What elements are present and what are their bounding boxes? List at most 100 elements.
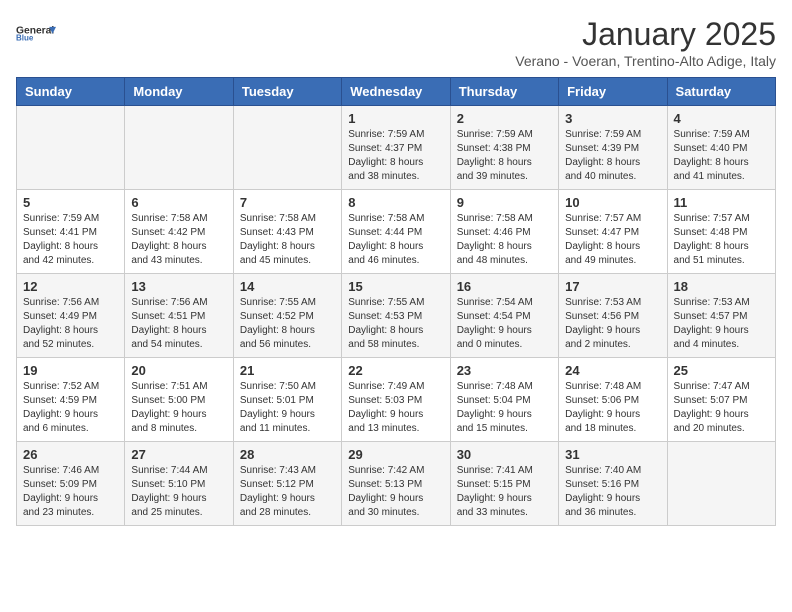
day-info: Sunrise: 7:51 AM Sunset: 5:00 PM Dayligh… [131, 380, 226, 436]
day-number: 31 [565, 447, 660, 462]
week-row-3: 12 Sunrise: 7:56 AM Sunset: 4:49 PM Dayli… [17, 274, 776, 358]
day-number: 13 [131, 279, 226, 294]
svg-text:Blue: Blue [16, 34, 34, 43]
day-info: Sunrise: 7:46 AM Sunset: 5:09 PM Dayligh… [23, 464, 118, 520]
day-info: Sunrise: 7:43 AM Sunset: 5:12 PM Dayligh… [240, 464, 335, 520]
day-info: Sunrise: 7:53 AM Sunset: 4:56 PM Dayligh… [565, 296, 660, 352]
calendar-cell: 18Sunrise: 7:53 AM Sunset: 4:57 PM Dayli… [667, 274, 775, 358]
day-number: 2 [457, 111, 552, 126]
day-number: 29 [348, 447, 443, 462]
weekday-header-sunday: Sunday [17, 78, 125, 106]
day-number: 7 [240, 195, 335, 210]
calendar-table: SundayMondayTuesdayWednesdayThursdayFrid… [16, 77, 776, 526]
day-info: Sunrise: 7:56 AM Sunset: 4:49 PM Dayligh… [23, 296, 118, 352]
day-number: 28 [240, 447, 335, 462]
day-info: Sunrise: 7:40 AM Sunset: 5:16 PM Dayligh… [565, 464, 660, 520]
calendar-cell: 12 Sunrise: 7:56 AM Sunset: 4:49 PM Dayli… [17, 274, 125, 358]
calendar-cell: 10 Sunrise: 7:57 AM Sunset: 4:47 PM Dayli… [559, 190, 667, 274]
day-number: 26 [23, 447, 118, 462]
day-info: Sunrise: 7:58 AM Sunset: 4:44 PM Dayligh… [348, 212, 443, 268]
calendar-cell [125, 106, 233, 190]
day-number: 9 [457, 195, 552, 210]
day-number: 24 [565, 363, 660, 378]
day-info: Sunrise: 7:59 AM Sunset: 4:40 PM Dayligh… [674, 128, 769, 184]
calendar-cell: 9 Sunrise: 7:58 AM Sunset: 4:46 PM Daylig… [450, 190, 558, 274]
calendar-cell: 13Sunrise: 7:56 AM Sunset: 4:51 PM Dayli… [125, 274, 233, 358]
day-info: Sunrise: 7:57 AM Sunset: 4:47 PM Dayligh… [565, 212, 660, 268]
calendar-cell: 3 Sunrise: 7:59 AM Sunset: 4:39 PM Daylig… [559, 106, 667, 190]
day-info: Sunrise: 7:44 AM Sunset: 5:10 PM Dayligh… [131, 464, 226, 520]
calendar-cell: 25 Sunrise: 7:47 AM Sunset: 5:07 PM Dayli… [667, 358, 775, 442]
calendar-cell: 27 Sunrise: 7:44 AM Sunset: 5:10 PM Dayli… [125, 442, 233, 526]
day-number: 21 [240, 363, 335, 378]
weekday-header-row: SundayMondayTuesdayWednesdayThursdayFrid… [17, 78, 776, 106]
day-info: Sunrise: 7:58 AM Sunset: 4:46 PM Dayligh… [457, 212, 552, 268]
weekday-header-saturday: Saturday [667, 78, 775, 106]
day-info: Sunrise: 7:48 AM Sunset: 5:06 PM Dayligh… [565, 380, 660, 436]
weekday-header-tuesday: Tuesday [233, 78, 341, 106]
day-number: 16 [457, 279, 552, 294]
day-info: Sunrise: 7:59 AM Sunset: 4:39 PM Dayligh… [565, 128, 660, 184]
calendar-cell [667, 442, 775, 526]
day-number: 10 [565, 195, 660, 210]
calendar-cell: 4 Sunrise: 7:59 AM Sunset: 4:40 PM Daylig… [667, 106, 775, 190]
week-row-5: 26 Sunrise: 7:46 AM Sunset: 5:09 PM Dayli… [17, 442, 776, 526]
day-number: 25 [674, 363, 769, 378]
day-number: 30 [457, 447, 552, 462]
calendar-cell: 14 Sunrise: 7:55 AM Sunset: 4:52 PM Dayli… [233, 274, 341, 358]
day-info: Sunrise: 7:58 AM Sunset: 4:42 PM Dayligh… [131, 212, 226, 268]
logo-icon: General Blue [16, 16, 56, 48]
calendar-cell: 21 Sunrise: 7:50 AM Sunset: 5:01 PM Dayli… [233, 358, 341, 442]
day-info: Sunrise: 7:42 AM Sunset: 5:13 PM Dayligh… [348, 464, 443, 520]
calendar-cell [17, 106, 125, 190]
day-number: 3 [565, 111, 660, 126]
day-number: 6 [131, 195, 226, 210]
day-info: Sunrise: 7:52 AM Sunset: 4:59 PM Dayligh… [23, 380, 118, 436]
day-info: Sunrise: 7:41 AM Sunset: 5:15 PM Dayligh… [457, 464, 552, 520]
calendar-cell: 15 Sunrise: 7:55 AM Sunset: 4:53 PM Dayli… [342, 274, 450, 358]
day-number: 4 [674, 111, 769, 126]
calendar-cell: 20 Sunrise: 7:51 AM Sunset: 5:00 PM Dayli… [125, 358, 233, 442]
day-info: Sunrise: 7:59 AM Sunset: 4:38 PM Dayligh… [457, 128, 552, 184]
day-number: 20 [131, 363, 226, 378]
day-info: Sunrise: 7:47 AM Sunset: 5:07 PM Dayligh… [674, 380, 769, 436]
calendar-cell: 30 Sunrise: 7:41 AM Sunset: 5:15 PM Dayli… [450, 442, 558, 526]
day-info: Sunrise: 7:55 AM Sunset: 4:53 PM Dayligh… [348, 296, 443, 352]
calendar-cell: 6 Sunrise: 7:58 AM Sunset: 4:42 PM Daylig… [125, 190, 233, 274]
day-number: 8 [348, 195, 443, 210]
day-number: 17 [565, 279, 660, 294]
week-row-1: 1 Sunrise: 7:59 AM Sunset: 4:37 PM Daylig… [17, 106, 776, 190]
day-info: Sunrise: 7:49 AM Sunset: 5:03 PM Dayligh… [348, 380, 443, 436]
day-info: Sunrise: 7:58 AM Sunset: 4:43 PM Dayligh… [240, 212, 335, 268]
day-number: 18 [674, 279, 769, 294]
calendar-cell: 31 Sunrise: 7:40 AM Sunset: 5:16 PM Dayli… [559, 442, 667, 526]
day-info: Sunrise: 7:50 AM Sunset: 5:01 PM Dayligh… [240, 380, 335, 436]
calendar-cell: 26 Sunrise: 7:46 AM Sunset: 5:09 PM Dayli… [17, 442, 125, 526]
location-title: Verano - Voeran, Trentino-Alto Adige, It… [515, 53, 776, 69]
calendar-cell: 17 Sunrise: 7:53 AM Sunset: 4:56 PM Dayli… [559, 274, 667, 358]
calendar-cell: 29 Sunrise: 7:42 AM Sunset: 5:13 PM Dayli… [342, 442, 450, 526]
weekday-header-friday: Friday [559, 78, 667, 106]
day-number: 1 [348, 111, 443, 126]
day-info: Sunrise: 7:55 AM Sunset: 4:52 PM Dayligh… [240, 296, 335, 352]
calendar-cell: 1 Sunrise: 7:59 AM Sunset: 4:37 PM Daylig… [342, 106, 450, 190]
day-number: 19 [23, 363, 118, 378]
calendar-cell: 2 Sunrise: 7:59 AM Sunset: 4:38 PM Daylig… [450, 106, 558, 190]
day-number: 27 [131, 447, 226, 462]
weekday-header-monday: Monday [125, 78, 233, 106]
day-number: 22 [348, 363, 443, 378]
title-block: January 2025 Verano - Voeran, Trentino-A… [515, 16, 776, 69]
day-number: 14 [240, 279, 335, 294]
day-info: Sunrise: 7:59 AM Sunset: 4:37 PM Dayligh… [348, 128, 443, 184]
page-header: General Blue January 2025 Verano - Voera… [16, 16, 776, 69]
calendar-cell: 19 Sunrise: 7:52 AM Sunset: 4:59 PM Dayli… [17, 358, 125, 442]
day-number: 5 [23, 195, 118, 210]
calendar-cell: 16 Sunrise: 7:54 AM Sunset: 4:54 PM Dayli… [450, 274, 558, 358]
day-number: 12 [23, 279, 118, 294]
week-row-4: 19 Sunrise: 7:52 AM Sunset: 4:59 PM Dayli… [17, 358, 776, 442]
day-info: Sunrise: 7:54 AM Sunset: 4:54 PM Dayligh… [457, 296, 552, 352]
logo: General Blue [16, 16, 56, 50]
day-number: 15 [348, 279, 443, 294]
calendar-cell: 7 Sunrise: 7:58 AM Sunset: 4:43 PM Daylig… [233, 190, 341, 274]
calendar-cell: 28 Sunrise: 7:43 AM Sunset: 5:12 PM Dayli… [233, 442, 341, 526]
